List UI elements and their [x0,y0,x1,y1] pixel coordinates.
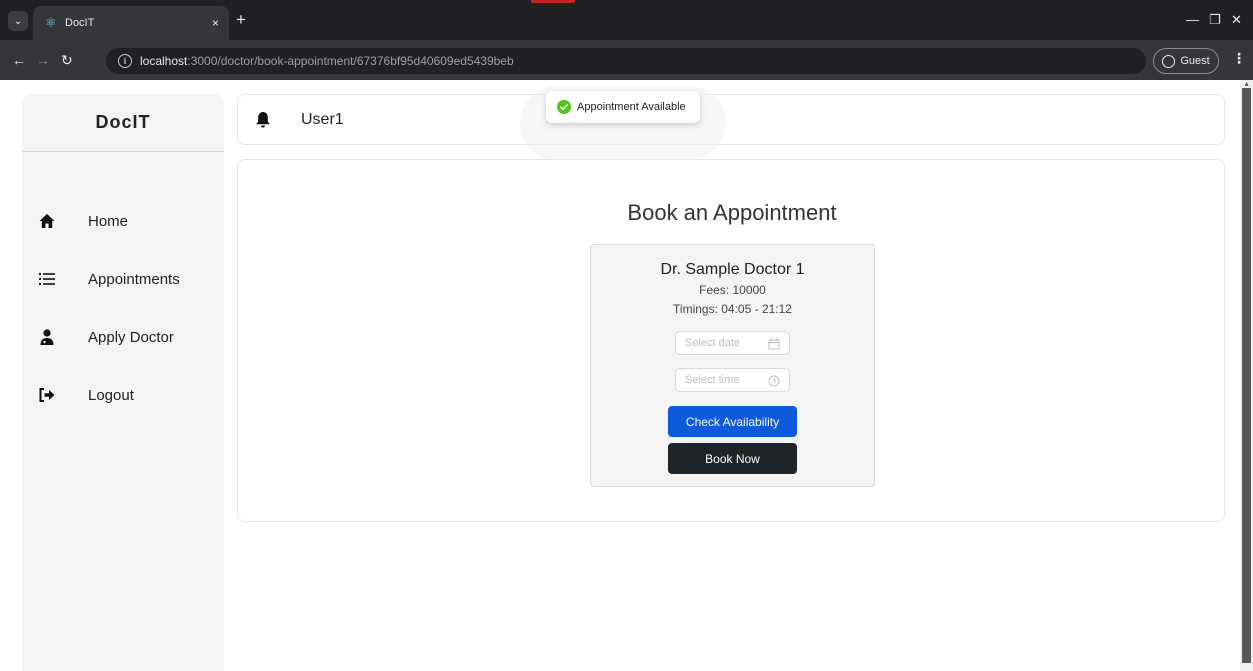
reload-icon[interactable]: ↻ [61,52,73,69]
tab-close-icon[interactable]: × [212,16,219,30]
sidebar-item-label: Logout [88,386,134,404]
bell-icon[interactable] [255,111,273,129]
browser-tab-bar: ⌄ ⚛ DocIT × + — ❐ ✕ [0,0,1253,40]
date-input[interactable] [685,337,765,349]
home-icon [38,212,56,230]
close-window-icon[interactable]: ✕ [1231,12,1242,28]
clock-icon [768,374,780,387]
sidebar-item-apply-doctor[interactable]: Apply Doctor [22,308,224,366]
check-availability-button[interactable]: Check Availability [668,406,797,437]
address-bar[interactable]: i localhost:3000/doctor/book-appointment… [106,48,1146,74]
list-icon [38,270,56,288]
tab-search-chevron-icon[interactable]: ⌄ [8,11,28,31]
url-text: localhost:3000/doctor/book-appointment/6… [140,54,514,68]
main-content: Book an Appointment Dr. Sample Doctor 1 … [237,159,1225,522]
toast-message: Appointment Available [577,101,686,113]
time-input[interactable] [685,374,765,386]
page-viewport: DocIT Home Appointments Apply Doctor Log… [0,80,1253,671]
sidebar-menu: Home Appointments Apply Doctor Logout [22,152,224,424]
doctor-name: Dr. Sample Doctor 1 [660,261,805,278]
new-tab-button[interactable]: + [236,10,246,30]
browser-tab[interactable]: ⚛ DocIT × [33,6,229,40]
scrollbar-thumb[interactable] [1242,88,1251,663]
toast-notification: Appointment Available [546,91,700,123]
profile-icon [1162,54,1176,68]
sidebar-item-label: Apply Doctor [88,328,174,346]
book-now-button[interactable]: Book Now [668,443,797,474]
doctor-card: Dr. Sample Doctor 1 Fees: 10000 Timings:… [590,244,875,487]
tab-title: DocIT [65,17,95,29]
sidebar-item-appointments[interactable]: Appointments [22,250,224,308]
sidebar-item-label: Home [88,212,129,230]
logout-icon [38,386,56,404]
time-picker[interactable] [675,368,790,392]
sidebar-item-label: Appointments [88,270,180,288]
minimize-icon[interactable]: — [1186,12,1199,27]
calendar-icon [768,337,780,350]
page-title: Book an Appointment [627,200,837,225]
browser-menu-icon[interactable]: ⋮ [1232,50,1246,67]
back-icon[interactable]: ← [12,52,26,68]
user-doctor-icon [38,328,56,346]
sidebar: DocIT Home Appointments Apply Doctor Log… [22,94,224,671]
restore-icon[interactable]: ❐ [1209,12,1221,28]
site-info-icon[interactable]: i [118,54,132,68]
date-picker[interactable] [675,331,790,355]
check-circle-icon [557,100,571,114]
top-header: User1 [237,94,1225,145]
doctor-timings: Timings: 04:05 - 21:12 [673,302,792,316]
doctor-fees: Fees: 10000 [699,283,766,297]
profile-button[interactable]: Guest [1153,48,1219,74]
profile-label: Guest [1180,55,1210,67]
recording-indicator [531,0,575,3]
react-favicon-icon: ⚛ [45,15,57,30]
forward-icon[interactable]: → [36,52,50,68]
app-logo: DocIT [22,94,224,152]
sidebar-item-home[interactable]: Home [22,192,224,250]
sidebar-item-logout[interactable]: Logout [22,366,224,424]
page-scrollbar[interactable]: ▲ [1240,80,1253,671]
scroll-up-icon[interactable]: ▲ [1243,81,1250,88]
user-name[interactable]: User1 [301,111,344,129]
